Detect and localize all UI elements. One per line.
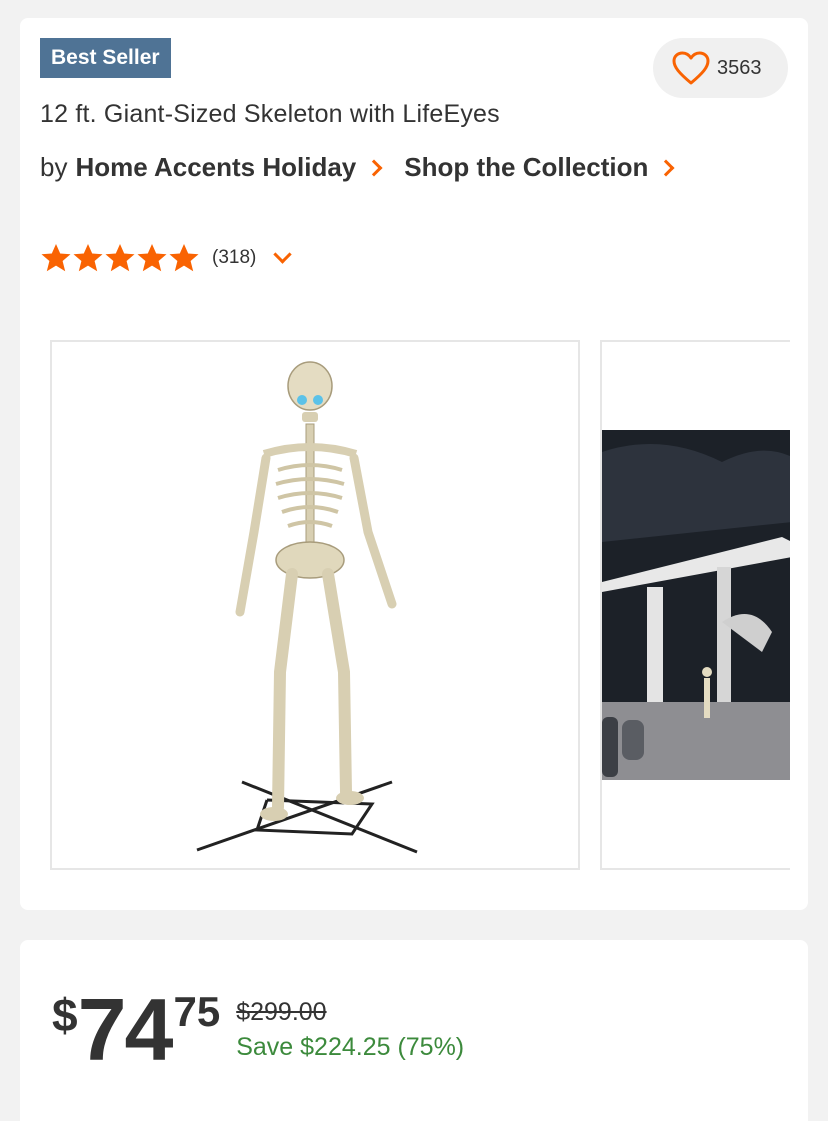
chevron-down-icon (273, 244, 293, 264)
price-details: $299.00 Save $224.25 (75%) (236, 998, 464, 1062)
skeleton-illustration (196, 361, 418, 854)
was-price: $299.00 (236, 998, 327, 1026)
by-label: by (40, 152, 68, 182)
scene-illustration (602, 342, 790, 868)
star-icon (105, 244, 135, 272)
skeleton-scene-image[interactable] (600, 340, 790, 870)
price-cents: 75 (173, 988, 221, 1035)
skeleton-product-image[interactable] (50, 340, 580, 870)
heart-icon (672, 51, 710, 85)
chevron-right-icon (365, 159, 383, 176)
byline: by Home Accents Holiday Shop the Collect… (40, 152, 696, 183)
shop-collection-link[interactable]: Shop the Collection (404, 152, 648, 183)
favorite-button[interactable]: 3563 (653, 38, 788, 98)
price-block: $ 74 75 $299.00 Save $224.25 (75%) (52, 980, 464, 1074)
chevron-right-icon (657, 159, 675, 176)
product-card: Best Seller 3563 12 ft. Giant-Sized Skel… (20, 18, 808, 910)
star-icon (41, 244, 71, 272)
price-card: $ 74 75 $299.00 Save $224.25 (75%) (20, 940, 808, 1121)
review-count: (318) (212, 247, 257, 268)
price-dollar-sign: $ (52, 989, 78, 1041)
price-whole: 74 (77, 980, 174, 1079)
star-rating (40, 242, 200, 274)
rating-row[interactable]: (318) (40, 242, 293, 274)
brand-link[interactable]: Home Accents Holiday (75, 152, 356, 183)
star-icon (169, 244, 199, 272)
favorite-count: 3563 (717, 56, 762, 79)
star-icon (73, 244, 103, 272)
star-icon (137, 244, 167, 272)
best-seller-badge: Best Seller (40, 38, 171, 78)
savings-text: Save $224.25 (75%) (236, 1033, 465, 1061)
product-title: 12 ft. Giant-Sized Skeleton with LifeEye… (40, 100, 500, 128)
